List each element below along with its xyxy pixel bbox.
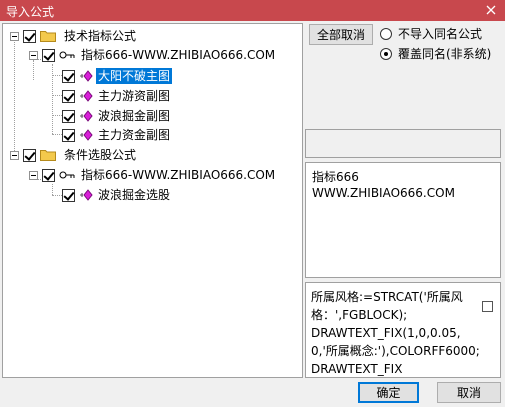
- tree-label: 波浪掘金选股: [98, 188, 171, 202]
- cancel-all-button[interactable]: 全部取消: [309, 24, 373, 45]
- item-checkbox[interactable]: [62, 109, 75, 123]
- radio-overwrite-duplicates[interactable]: 覆盖同名(非系统): [380, 45, 491, 62]
- folder-icon: [40, 31, 56, 42]
- formula-icon: [80, 70, 93, 82]
- window-title: 导入公式: [6, 5, 55, 19]
- node-checkbox[interactable]: [42, 48, 55, 62]
- formula-icon: [80, 90, 93, 102]
- tree-label: 主力资金副图: [98, 128, 171, 142]
- tree-item[interactable]: 大阳不破主图: [62, 66, 174, 86]
- item-checkbox[interactable]: [62, 188, 75, 202]
- tree-item[interactable]: 波浪掘金选股: [62, 185, 172, 205]
- tree-connector: [52, 184, 53, 195]
- collapse-toggle[interactable]: [10, 31, 19, 41]
- group-checkbox[interactable]: [23, 29, 36, 43]
- radio-label: 不导入同名公式: [398, 27, 483, 41]
- item-checkbox[interactable]: [62, 69, 75, 83]
- code-checkbox[interactable]: [482, 301, 493, 312]
- info-name: 指标666: [312, 170, 359, 184]
- formula-tree[interactable]: 技术指标公式 指标666-WWW.ZHIBIAO666.COM 大阳不破主图 主…: [2, 23, 303, 378]
- tree-label: 技术指标公式: [64, 29, 137, 43]
- tree-label: 条件选股公式: [64, 148, 137, 162]
- tree-node-source[interactable]: 指标666-WWW.ZHIBIAO666.COM: [29, 45, 277, 65]
- tree-label: 主力游资副图: [98, 89, 171, 103]
- tree-item[interactable]: 主力资金副图: [62, 125, 172, 145]
- formula-icon: [80, 189, 93, 201]
- radio-dot[interactable]: [380, 47, 392, 60]
- tree-connector: [14, 39, 15, 155]
- formula-icon: [80, 110, 93, 122]
- tree-label: 波浪掘金副图: [98, 109, 171, 123]
- formula-code: 所属风格:=STRCAT('所属风格：',FGBLOCK); DRAWTEXT_…: [311, 290, 480, 376]
- empty-panel: [305, 129, 501, 158]
- tree-label: 大阳不破主图: [94, 67, 174, 85]
- code-panel[interactable]: 所属风格:=STRCAT('所属风格：',FGBLOCK); DRAWTEXT_…: [305, 282, 501, 378]
- radio-label: 覆盖同名(非系统): [398, 47, 492, 61]
- title-bar: 导入公式: [0, 0, 505, 21]
- group-checkbox[interactable]: [23, 148, 36, 162]
- node-checkbox[interactable]: [42, 168, 55, 182]
- radio-dot[interactable]: [380, 27, 392, 40]
- collapse-toggle[interactable]: [29, 170, 38, 180]
- tree-group-technical[interactable]: 技术指标公式: [10, 26, 138, 46]
- tree-node-source[interactable]: 指标666-WWW.ZHIBIAO666.COM: [29, 165, 277, 185]
- close-button[interactable]: [483, 1, 499, 19]
- info-url: WWW.ZHIBIAO666.COM: [312, 186, 455, 200]
- cancel-button[interactable]: 取消: [437, 382, 501, 403]
- item-checkbox[interactable]: [62, 128, 75, 142]
- collapse-toggle[interactable]: [29, 50, 38, 60]
- key-icon: [59, 51, 75, 59]
- collapse-toggle[interactable]: [10, 150, 19, 160]
- formula-icon: [80, 129, 93, 141]
- tree-group-screening[interactable]: 条件选股公式: [10, 145, 138, 165]
- info-panel: 指标666 WWW.ZHIBIAO666.COM: [305, 162, 501, 278]
- tree-item[interactable]: 主力游资副图: [62, 86, 172, 106]
- tree-label: 指标666-WWW.ZHIBIAO666.COM: [81, 168, 276, 182]
- tree-item[interactable]: 波浪掘金副图: [62, 106, 172, 126]
- ok-button[interactable]: 确定: [358, 382, 419, 403]
- item-checkbox[interactable]: [62, 89, 75, 103]
- folder-icon: [40, 150, 56, 161]
- radio-skip-duplicates[interactable]: 不导入同名公式: [380, 25, 482, 42]
- close-icon: [486, 5, 496, 15]
- tree-label: 指标666-WWW.ZHIBIAO666.COM: [81, 48, 276, 62]
- key-icon: [59, 171, 75, 179]
